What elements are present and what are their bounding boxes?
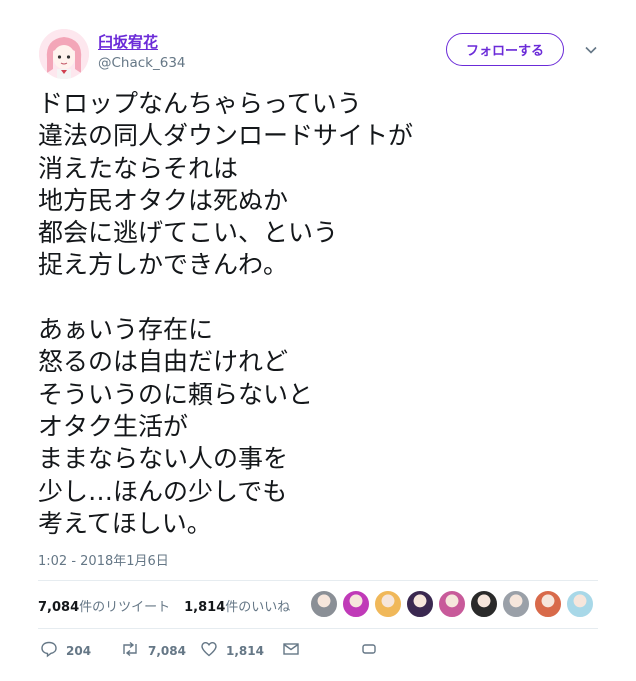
retweet-count: 7,084 (148, 643, 186, 658)
tweet-line: 捉え方しかできんわ。 (38, 250, 289, 280)
tweet-line: 地方民オタクは死ぬか (38, 185, 289, 215)
retweet-icon (120, 640, 148, 661)
like-stat-count: 1,814 (184, 600, 226, 615)
liker-avatar[interactable] (566, 590, 594, 618)
tweet-text: ドロップなんちゃらっていう 違法の同人ダウンロードサイトが 消えたならそれは 地… (38, 88, 608, 540)
tweet-line: 違法の同人ダウンロードサイトが (38, 121, 414, 151)
tweet-stats: 7,084件のリツイート 1,814件のいいね (38, 596, 290, 615)
retweet-button[interactable]: 7,084 (120, 640, 186, 661)
liker-avatar[interactable] (406, 590, 434, 618)
reply-icon (40, 640, 66, 661)
retweet-stat[interactable]: 7,084件のリツイート (38, 596, 170, 615)
divider (38, 580, 598, 581)
like-count: 1,814 (226, 643, 264, 658)
liker-avatar[interactable] (438, 590, 466, 618)
tweet-line: あぁいう存在に (38, 315, 214, 345)
divider (38, 628, 598, 629)
like-button[interactable]: 1,814 (200, 640, 264, 661)
liker-avatar[interactable] (534, 590, 562, 618)
tweet-line: 消えたならそれは (38, 153, 239, 183)
tweet-line: そういうのに頼らないと (38, 379, 314, 409)
user-avatar[interactable] (39, 29, 89, 79)
tweet-line: 考えてほしい。 (38, 508, 212, 538)
reply-count: 204 (66, 643, 92, 658)
liker-avatar[interactable] (470, 590, 498, 618)
heart-icon (200, 640, 226, 661)
follow-button[interactable]: フォローする (446, 33, 564, 66)
reply-button[interactable]: 204 (40, 640, 91, 661)
tweet-line: 都会に逃げてこい、という (38, 218, 339, 248)
liker-avatars (310, 590, 598, 618)
dots-icon (360, 640, 386, 661)
tweet-line (38, 282, 608, 314)
retweet-stat-count: 7,084 (38, 600, 80, 615)
like-stat-label: 件のいいね (225, 600, 291, 615)
retweet-stat-label: 件のリツイート (79, 600, 171, 615)
tweet-line: ままならない人の事を (38, 444, 289, 474)
chevron-down-icon[interactable] (584, 42, 598, 56)
user-handle[interactable]: @Chack_634 (98, 55, 186, 71)
tweet-line: 怒るのは自由だけれど (38, 347, 289, 377)
tweet-line: 少し…ほんの少しでも (38, 476, 288, 506)
tweet-line: オタク生活が (38, 411, 189, 441)
user-display-name[interactable]: 臼坂宥花 (98, 31, 158, 52)
liker-avatar[interactable] (310, 590, 338, 618)
tweet-timestamp[interactable]: 1:02 - 2018年1月6日 (38, 550, 169, 569)
liker-avatar[interactable] (374, 590, 402, 618)
liker-avatar[interactable] (502, 590, 530, 618)
tweet-actions: 204 7,084 1,814 (38, 640, 438, 662)
envelope-icon (282, 640, 308, 661)
direct-message-button[interactable] (282, 640, 308, 661)
more-button[interactable] (360, 640, 386, 661)
like-stat[interactable]: 1,814件のいいね (184, 596, 290, 615)
liker-avatar[interactable] (342, 590, 370, 618)
tweet-line: ドロップなんちゃらっていう (38, 89, 362, 118)
